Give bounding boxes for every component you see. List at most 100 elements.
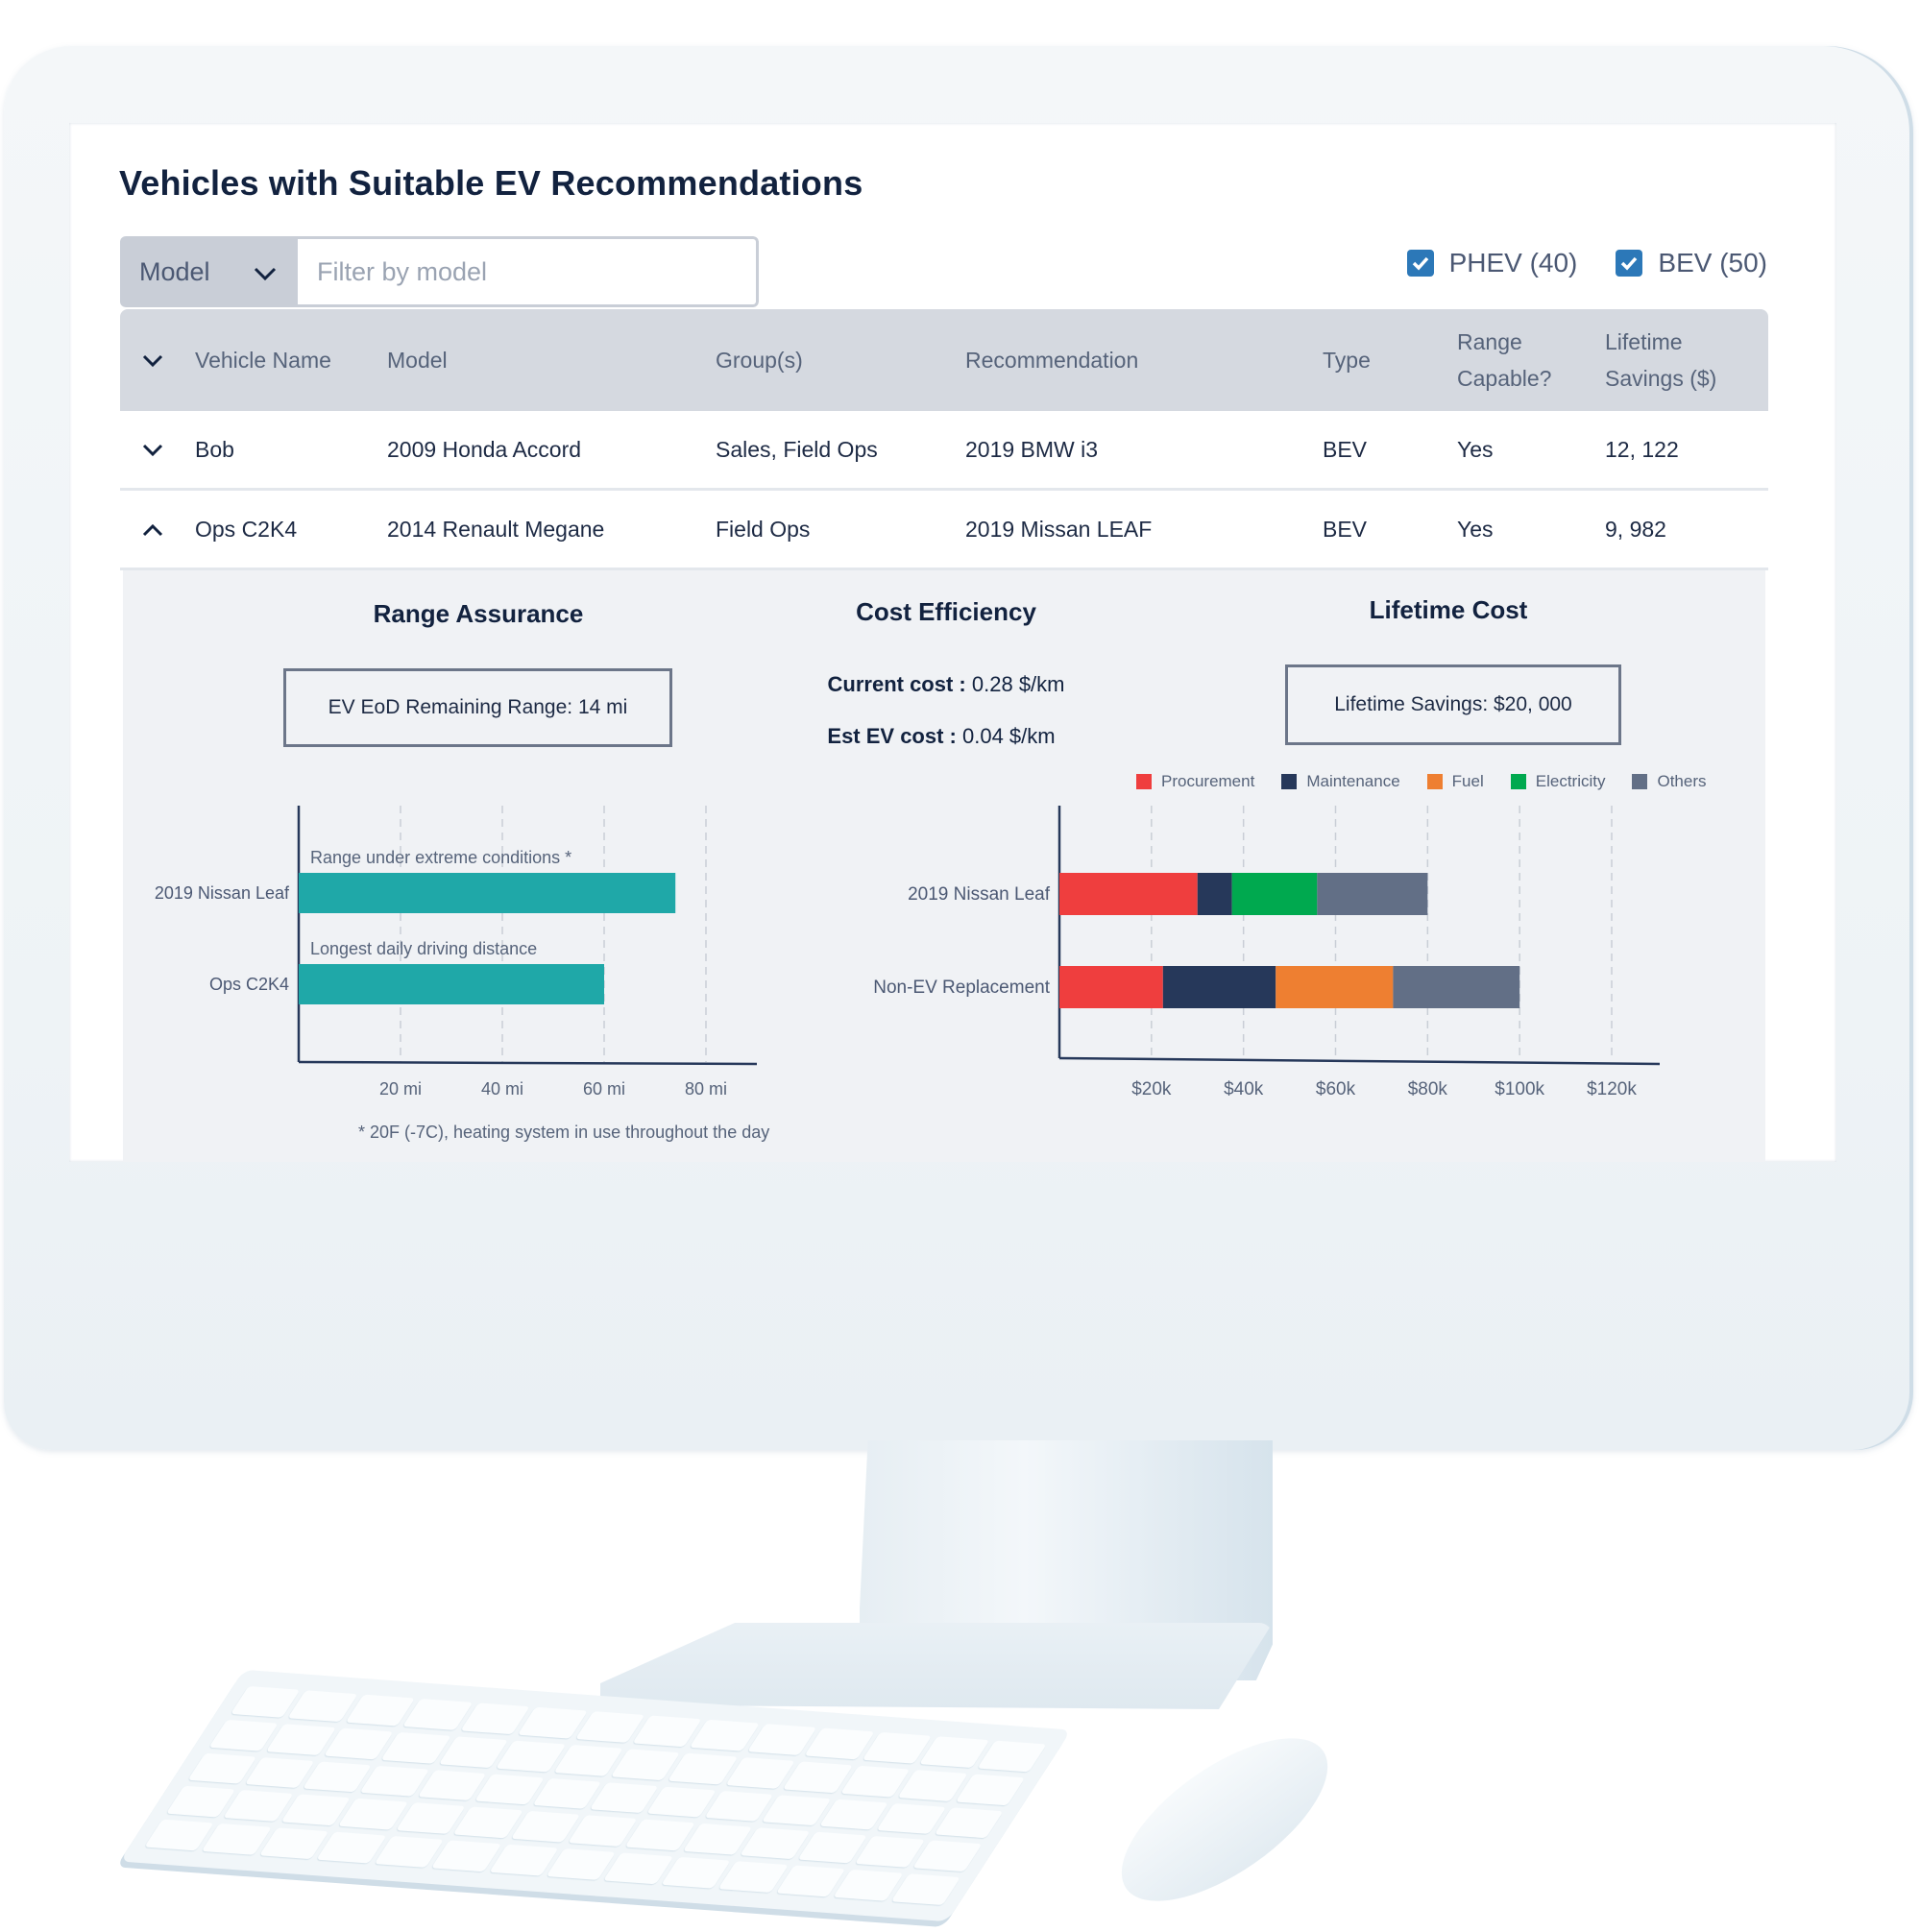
column-header-range-capable[interactable]: Range Capable? [1457, 324, 1605, 397]
keyboard-key [919, 1736, 989, 1768]
current-cost-value: 0.28 $/km [971, 672, 1065, 696]
est-ev-cost-value: 0.04 $/km [962, 724, 1056, 748]
checkbox-bev[interactable]: BEV (50) [1616, 248, 1767, 278]
legend-item: Electricity [1510, 772, 1606, 791]
checkbox-checked-icon[interactable] [1406, 250, 1434, 277]
remaining-range-summary: EV EoD Remaining Range: 14 mi [283, 668, 672, 747]
checkbox-label: PHEV (40) [1448, 248, 1578, 278]
legend-swatch [1136, 774, 1152, 789]
filter-field-label: Model [139, 256, 210, 286]
x-axis [298, 1060, 758, 1066]
keyboard-key [474, 1774, 545, 1805]
legend-item: Maintenance [1281, 772, 1400, 791]
chevron-down-icon [142, 431, 163, 468]
keyboard-key [380, 1731, 451, 1764]
cell-recommendation: 2019 Missan LEAF [965, 517, 1153, 542]
row-expand-toggle[interactable] [120, 431, 195, 468]
range-chart: 20 mi 40 mi 60 mi 80 mi 2019 Nissan Leaf Rang… [155, 806, 758, 1099]
filter-input[interactable] [298, 236, 759, 307]
category-label: 2019 Nissan Leaf [155, 883, 290, 903]
cost-segment-maintenance [1162, 966, 1276, 1008]
legend-swatch [1632, 774, 1648, 789]
mouse [1096, 1707, 1353, 1932]
keyboard-key [761, 1794, 832, 1826]
x-tick-label: $80k [1408, 1079, 1448, 1099]
lifetime-cost-chart: $20k $40k $60k $80k $100k $120k 2019 Nissan Le… [873, 806, 1661, 1099]
x-tick-label: $100k [1495, 1079, 1544, 1099]
column-header-recommendation[interactable]: Recommendation [965, 342, 1323, 378]
range-assurance-title: Range Assurance [373, 599, 584, 628]
chevron-down-icon [142, 342, 163, 378]
keyboard-key [496, 1740, 567, 1773]
bar-annotation: Range under extreme conditions * [310, 848, 571, 867]
legend-swatch [1426, 774, 1443, 789]
keyboard [119, 1669, 1072, 1922]
current-cost: Current cost : 0.28 $/km [828, 672, 1065, 697]
legend-label: Others [1657, 772, 1707, 790]
current-cost-label: Current cost : [827, 672, 966, 696]
type-filters: PHEV (40) BEV (50) [1406, 248, 1767, 278]
lifetime-cost-title: Lifetime Cost [1369, 595, 1528, 624]
column-header-groups[interactable]: Group(s) [716, 342, 965, 378]
category-label: 2019 Nissan Leaf [908, 884, 1051, 905]
page-title: Vehicles with Suitable EV Recommendation… [119, 163, 863, 203]
lifetime-savings-summary: Lifetime Savings: $20, 000 [1285, 664, 1621, 745]
x-tick-label: 80 mi [685, 1079, 727, 1099]
keyboard-key [854, 1836, 925, 1868]
table-row[interactable]: Ops C2K4 2014 Renault Megane Field Ops 2… [120, 491, 1768, 570]
row-details-panel: Range Assurance EV EoD Remaining Range: … [123, 570, 1765, 1162]
app-screen: Vehicles with Suitable EV Recommendation… [69, 123, 1836, 1162]
x-tick-label: $40k [1224, 1079, 1264, 1099]
category-label: Non-EV Replacement [873, 978, 1050, 998]
bar-annotation: Longest daily driving distance [310, 939, 537, 958]
x-tick-label: 20 mi [379, 1079, 422, 1099]
table-row[interactable]: Bob 2009 Honda Accord Sales, Field Ops 2… [120, 411, 1768, 491]
keyboard-key [876, 1802, 946, 1835]
chevron-down-icon [246, 257, 284, 287]
monitor-stand-base [600, 1623, 1273, 1709]
category-label: Ops C2K4 [209, 975, 289, 994]
cost-segment-others [1393, 966, 1520, 1008]
chevron-up-icon [142, 511, 163, 547]
keyboard-key [452, 1806, 523, 1839]
header-line: Savings ($) [1605, 366, 1717, 391]
x-tick-label: $120k [1587, 1079, 1637, 1099]
filter-field-select[interactable]: Model [120, 236, 298, 307]
cell-model: 2014 Renault Megane [387, 517, 605, 542]
range-footnote: * 20F (-7C), heating system in use throu… [358, 1123, 770, 1142]
table-header: Vehicle Name Model Group(s) Recommendati… [120, 309, 1768, 411]
cell-groups: Sales, Field Ops [716, 437, 878, 462]
legend-swatch [1510, 774, 1526, 789]
cost-segment-maintenance [1197, 873, 1232, 915]
range-bar [299, 873, 676, 913]
cell-lifetime-savings: 12, 122 [1605, 437, 1679, 462]
checkbox-checked-icon[interactable] [1616, 250, 1643, 277]
cell-model: 2009 Honda Accord [387, 437, 582, 462]
range-bar [299, 964, 604, 1004]
column-header-lifetime-savings[interactable]: Lifetime Savings ($) [1605, 324, 1768, 397]
legend-label: Fuel [1451, 772, 1484, 790]
keyboard-key [517, 1706, 588, 1739]
legend-item: Procurement [1136, 772, 1254, 791]
est-ev-cost: Est EV cost : 0.04 $/km [827, 724, 1055, 749]
legend-swatch [1281, 774, 1298, 789]
cell-lifetime-savings: 9, 982 [1605, 517, 1666, 542]
header-line: Capable? [1457, 366, 1552, 391]
checkbox-label: BEV (50) [1658, 248, 1767, 278]
expand-all-toggle[interactable] [120, 342, 195, 378]
keyboard-key [783, 1761, 853, 1793]
header-line: Range [1457, 329, 1522, 354]
keyboard-key [897, 1769, 968, 1801]
legend-label: Electricity [1535, 772, 1606, 790]
cost-efficiency-title: Cost Efficiency [856, 597, 1036, 626]
column-header-model[interactable]: Model [387, 342, 716, 378]
checkbox-phev[interactable]: PHEV (40) [1406, 248, 1578, 278]
x-tick-label: 40 mi [481, 1079, 523, 1099]
column-header-vehicle-name[interactable]: Vehicle Name [195, 342, 387, 378]
lifetime-cost-legend: Procurement Maintenance Fuel Electricity Oth… [1136, 772, 1707, 791]
cost-segment-electricity [1231, 873, 1318, 915]
cell-range-capable: Yes [1457, 517, 1494, 542]
row-collapse-toggle[interactable] [120, 511, 195, 547]
x-tick-label: 60 mi [583, 1079, 625, 1099]
column-header-type[interactable]: Type [1323, 342, 1457, 378]
